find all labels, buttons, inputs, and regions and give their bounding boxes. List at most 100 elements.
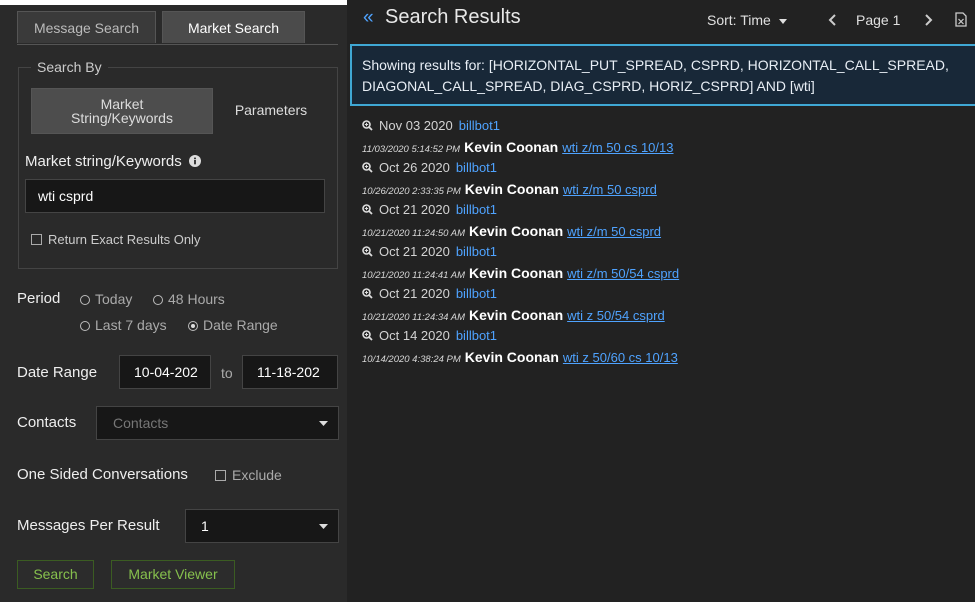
sender-name: Kevin Coonan	[469, 265, 564, 281]
previous-page-icon[interactable]	[828, 14, 836, 26]
search-criteria-notice: Showing results for: [HORIZONTAL_PUT_SPR…	[350, 44, 975, 106]
results-list: Nov 03 2020 billbot1 11/03/2020 5:14:52 PM…	[362, 117, 962, 369]
date-range-separator: to	[221, 365, 233, 381]
sender-name: Kevin Coonan	[464, 349, 559, 365]
result-bot[interactable]: billbot1	[456, 202, 497, 217]
period-last7-label: Last 7 days	[95, 317, 167, 333]
period-today-radio[interactable]: Today	[80, 291, 132, 307]
message-link[interactable]: wti z/m 50 csprd	[567, 224, 661, 239]
tab-market-search[interactable]: Market Search	[162, 11, 305, 43]
period-today-label: Today	[95, 291, 133, 307]
result-summary: Oct 21 2020 billbot1	[362, 243, 962, 263]
keywords-input[interactable]: wti csprd	[25, 179, 325, 213]
message-timestamp: 10/21/2020 11:24:34 AM	[362, 312, 465, 323]
message-timestamp: 10/26/2020 2:33:35 PM	[362, 186, 461, 197]
search-by-legend: Search By	[31, 59, 108, 75]
period-daterange-radio[interactable]: Date Range	[188, 317, 278, 333]
exact-results-checkbox[interactable]: Return Exact Results Only	[31, 232, 200, 247]
message-timestamp: 11/03/2020 5:14:52 PM	[362, 144, 461, 155]
result-item: Oct 14 2020 billbot1 10/14/2020 4:38:24 PM…	[362, 327, 962, 369]
contacts-select[interactable]: Contacts	[96, 406, 339, 440]
collapse-panel-icon[interactable]: «	[363, 7, 374, 29]
radio-selected-icon	[188, 321, 198, 331]
messages-per-result-label: Messages Per Result	[17, 517, 160, 534]
message-link[interactable]: wti z 50/60 cs 10/13	[563, 350, 678, 365]
result-message-line: 11/03/2020 5:14:52 PM Kevin Coonan wti z/m…	[362, 137, 962, 159]
market-viewer-button[interactable]: Market Viewer	[111, 560, 235, 589]
contacts-placeholder: Contacts	[113, 415, 169, 431]
info-icon[interactable]	[188, 155, 201, 167]
page-indicator: Page 1	[856, 12, 901, 28]
result-item: Oct 21 2020 billbot1 10/21/2020 11:24:34 A…	[362, 285, 962, 327]
message-link[interactable]: wti z/m 50 csprd	[563, 182, 657, 197]
result-item: Oct 21 2020 billbot1 10/21/2020 11:24:50 A…	[362, 201, 962, 243]
message-link[interactable]: wti z/m 50/54 csprd	[567, 266, 679, 281]
zoom-in-icon[interactable]	[362, 330, 373, 341]
app-root: Message Search Market Search Search By M…	[0, 0, 975, 602]
date-from-input[interactable]: 10-04-202	[119, 355, 211, 389]
next-page-icon[interactable]	[925, 14, 933, 26]
sender-name: Kevin Coonan	[464, 139, 559, 155]
result-bot[interactable]: billbot1	[456, 244, 497, 259]
period-label: Period	[17, 290, 61, 307]
period-last7-radio[interactable]: Last 7 days	[80, 317, 167, 333]
period-48hours-radio[interactable]: 48 Hours	[153, 291, 225, 307]
message-link[interactable]: wti z 50/54 csprd	[567, 308, 665, 323]
results-header: « Search Results Sort: Time Page 1	[347, 0, 975, 38]
result-message-line: 10/21/2020 11:24:50 AM Kevin Coonan wti z/…	[362, 221, 962, 243]
result-message-line: 10/14/2020 4:38:24 PM Kevin Coonan wti z 5…	[362, 347, 962, 369]
keywords-label-text: Market string/Keywords	[25, 153, 182, 170]
chevron-down-icon	[319, 421, 328, 426]
checkbox-icon	[31, 234, 42, 245]
period-48hours-label: 48 Hours	[168, 291, 225, 307]
sort-dropdown[interactable]: Sort: Time	[707, 12, 787, 28]
export-icon[interactable]	[955, 12, 967, 27]
zoom-in-icon[interactable]	[362, 288, 373, 299]
zoom-in-icon[interactable]	[362, 204, 373, 215]
result-message-line: 10/21/2020 11:24:34 AM Kevin Coonan wti z …	[362, 305, 962, 327]
top-strip	[0, 0, 347, 5]
search-button[interactable]: Search	[17, 560, 94, 589]
result-date: Oct 21 2020	[379, 202, 450, 217]
search-by-keywords-option[interactable]: Market String/Keywords	[31, 88, 213, 134]
zoom-in-icon[interactable]	[362, 162, 373, 173]
search-by-group: Search By Market String/Keywords Paramet…	[18, 59, 338, 269]
message-timestamp: 10/21/2020 11:24:41 AM	[362, 270, 465, 281]
contacts-label: Contacts	[17, 414, 77, 431]
result-date: Oct 21 2020	[379, 244, 450, 259]
message-timestamp: 10/21/2020 11:24:50 AM	[362, 228, 465, 239]
result-summary: Oct 21 2020 billbot1	[362, 201, 962, 221]
messages-per-result-select[interactable]: 1	[185, 509, 339, 543]
search-sidebar: Message Search Market Search Search By M…	[0, 0, 347, 602]
zoom-in-icon[interactable]	[362, 246, 373, 257]
result-item: Oct 26 2020 billbot1 10/26/2020 2:33:35 PM…	[362, 159, 962, 201]
search-by-parameters-option[interactable]: Parameters	[217, 88, 325, 134]
result-date: Oct 14 2020	[379, 328, 450, 343]
one-sided-exclude-checkbox[interactable]: Exclude	[215, 467, 282, 483]
zoom-in-icon[interactable]	[362, 120, 373, 131]
result-bot[interactable]: billbot1	[459, 118, 500, 133]
result-item: Nov 03 2020 billbot1 11/03/2020 5:14:52 PM…	[362, 117, 962, 159]
checkbox-icon	[215, 470, 226, 481]
one-sided-exclude-label: Exclude	[232, 467, 282, 483]
radio-icon	[153, 295, 163, 305]
search-by-keywords-label: Market String/Keywords	[71, 96, 173, 126]
messages-per-result-value: 1	[201, 518, 209, 534]
result-bot[interactable]: billbot1	[456, 160, 497, 175]
sort-label: Sort: Time	[707, 12, 771, 28]
chevron-down-icon	[319, 524, 328, 529]
result-message-line: 10/26/2020 2:33:35 PM Kevin Coonan wti z/m…	[362, 179, 962, 201]
date-to-input[interactable]: 11-18-202	[242, 355, 338, 389]
period-daterange-label: Date Range	[203, 317, 278, 333]
result-date: Nov 03 2020	[379, 118, 453, 133]
search-tabs: Message Search Market Search	[17, 11, 338, 45]
result-date: Oct 26 2020	[379, 160, 450, 175]
message-link[interactable]: wti z/m 50 cs 10/13	[562, 140, 673, 155]
result-summary: Nov 03 2020 billbot1	[362, 117, 962, 137]
radio-icon	[80, 321, 90, 331]
result-bot[interactable]: billbot1	[456, 286, 497, 301]
caret-down-icon	[778, 19, 787, 24]
results-title: Search Results	[385, 6, 521, 28]
tab-message-search[interactable]: Message Search	[17, 11, 156, 43]
result-bot[interactable]: billbot1	[456, 328, 497, 343]
